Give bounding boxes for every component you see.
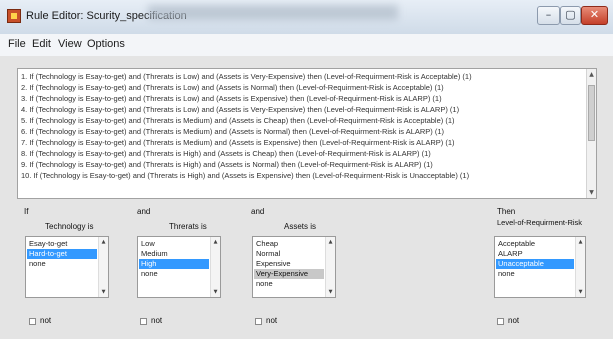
technology-scrollbar[interactable]: ▲ ▼ xyxy=(98,237,108,297)
list-item[interactable]: Expensive xyxy=(254,259,324,269)
menu-edit[interactable]: Edit xyxy=(32,38,51,50)
menu-options[interactable]: Options xyxy=(87,38,125,50)
assets-listbox[interactable]: Cheap Normal Expensive Very-Expensive no… xyxy=(252,236,336,298)
then-label: Then xyxy=(497,207,516,216)
rule-item[interactable]: 2. If (Technology is Esay-to-get) and (T… xyxy=(21,83,444,92)
minimize-icon: – xyxy=(545,8,552,21)
scroll-up-icon[interactable]: ▲ xyxy=(576,239,585,245)
minimize-button[interactable]: – xyxy=(537,6,560,25)
list-item[interactable]: none xyxy=(27,259,97,269)
scroll-up-icon[interactable]: ▲ xyxy=(326,239,335,245)
list-item[interactable]: none xyxy=(139,269,209,279)
list-item[interactable]: Low xyxy=(139,239,209,249)
assets-label: Assets is xyxy=(284,222,317,231)
menu-view[interactable]: View xyxy=(58,38,82,50)
close-button[interactable]: ✕ xyxy=(581,6,608,25)
rules-scrollbar[interactable]: ▲ ▼ xyxy=(586,69,596,198)
risk-level-not-checkbox[interactable] xyxy=(497,318,504,325)
scroll-up-icon[interactable]: ▲ xyxy=(587,71,596,78)
scroll-down-icon[interactable]: ▼ xyxy=(587,189,596,196)
title-bar: Rule Editor: Scurity_specification – ▢ ✕ xyxy=(0,0,613,34)
scroll-thumb[interactable] xyxy=(588,85,595,141)
rule-editor-panel: 1. If (Technology is Esay-to-get) and (T… xyxy=(0,56,613,339)
risk-level-scrollbar[interactable]: ▲ ▼ xyxy=(575,237,585,297)
scroll-down-icon[interactable]: ▼ xyxy=(99,289,108,295)
assets-not-checkbox[interactable] xyxy=(255,318,262,325)
list-item-selected[interactable]: High xyxy=(139,259,209,269)
assets-scrollbar[interactable]: ▲ ▼ xyxy=(325,237,335,297)
scroll-up-icon[interactable]: ▲ xyxy=(99,239,108,245)
menu-bar: File Edit View Options xyxy=(0,34,613,57)
maximize-button[interactable]: ▢ xyxy=(560,6,581,25)
rules-list[interactable]: 1. If (Technology is Esay-to-get) and (T… xyxy=(17,68,597,199)
list-item[interactable]: none xyxy=(496,269,574,279)
rule-item[interactable]: 4. If (Technology is Esay-to-get) and (T… xyxy=(21,105,459,114)
matlab-app-icon xyxy=(7,9,21,23)
risk-level-label: Level-of-Requirment-Risk xyxy=(497,218,583,227)
maximize-icon: ▢ xyxy=(565,8,576,21)
list-item[interactable]: Esay-to-get xyxy=(27,239,97,249)
list-item-selected[interactable]: Unacceptable xyxy=(496,259,574,269)
threats-listbox[interactable]: Low Medium High none ▲ ▼ xyxy=(137,236,221,298)
scroll-down-icon[interactable]: ▼ xyxy=(576,289,585,295)
scroll-down-icon[interactable]: ▼ xyxy=(211,289,220,295)
technology-not-checkbox[interactable] xyxy=(29,318,36,325)
close-icon: ✕ xyxy=(589,8,600,21)
list-item[interactable]: Medium xyxy=(139,249,209,259)
technology-listbox[interactable]: Esay-to-get Hard-to-get none ▲ ▼ xyxy=(25,236,109,298)
scroll-up-icon[interactable]: ▲ xyxy=(211,239,220,245)
rule-item[interactable]: 3. If (Technology is Esay-to-get) and (T… xyxy=(21,94,442,103)
list-item[interactable]: Cheap xyxy=(254,239,324,249)
rule-item[interactable]: 5. If (Technology is Esay-to-get) and (T… xyxy=(21,116,455,125)
list-item[interactable]: none xyxy=(254,279,324,289)
rule-item[interactable]: 7. If (Technology is Esay-to-get) and (T… xyxy=(21,138,455,147)
rule-item[interactable]: 1. If (Technology is Esay-to-get) and (T… xyxy=(21,72,472,81)
risk-level-listbox[interactable]: Acceptable ALARP Unacceptable none ▲ ▼ xyxy=(494,236,586,298)
list-item-selected[interactable]: Hard-to-get xyxy=(27,249,97,259)
threats-scrollbar[interactable]: ▲ ▼ xyxy=(210,237,220,297)
blurred-background-text xyxy=(148,5,398,20)
rule-item[interactable]: 10. If (Technology is Esay-to-get) and (… xyxy=(21,171,469,180)
rule-item[interactable]: 6. If (Technology is Esay-to-get) and (T… xyxy=(21,127,444,136)
menu-file[interactable]: File xyxy=(8,38,26,50)
scroll-down-icon[interactable]: ▼ xyxy=(326,289,335,295)
not-label: not xyxy=(151,316,163,325)
and-label: and xyxy=(137,207,151,216)
technology-label: Technology is xyxy=(45,222,94,231)
list-item[interactable]: Acceptable xyxy=(496,239,574,249)
not-label: not xyxy=(266,316,278,325)
if-label: If xyxy=(24,207,29,216)
rule-item[interactable]: 8. If (Technology is Esay-to-get) and (T… xyxy=(21,149,431,158)
not-label: not xyxy=(40,316,52,325)
threats-label: Threrats is xyxy=(169,222,207,231)
rule-item[interactable]: 9. If (Technology is Esay-to-get) and (T… xyxy=(21,160,433,169)
and-label: and xyxy=(251,207,265,216)
not-label: not xyxy=(508,316,520,325)
list-item[interactable]: ALARP xyxy=(496,249,574,259)
list-item-selected[interactable]: Very-Expensive xyxy=(254,269,324,279)
threats-not-checkbox[interactable] xyxy=(140,318,147,325)
list-item[interactable]: Normal xyxy=(254,249,324,259)
